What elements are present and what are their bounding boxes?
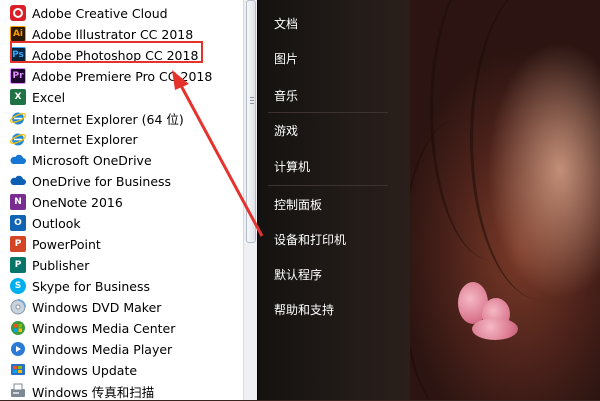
onenote-icon: N bbox=[10, 194, 26, 210]
premiere-icon: Pr bbox=[10, 68, 26, 84]
powerpoint-icon: P bbox=[10, 236, 26, 252]
scrollbar-thumb[interactable] bbox=[246, 0, 256, 243]
program-label: Outlook bbox=[32, 215, 81, 231]
onedrive-icon bbox=[10, 152, 26, 168]
program-label: Skype for Business bbox=[32, 278, 151, 294]
menu-separator bbox=[268, 185, 388, 186]
program-windows-update[interactable]: Windows Update bbox=[4, 360, 240, 380]
internet-explorer-icon bbox=[10, 131, 26, 147]
program-label: OneNote 2016 bbox=[32, 194, 123, 210]
program-label: Adobe Creative Cloud bbox=[32, 5, 168, 21]
program-windows-media-player[interactable]: Windows Media Player bbox=[4, 339, 240, 359]
programs-scrollbar[interactable] bbox=[243, 0, 257, 400]
media-center-icon bbox=[10, 320, 26, 336]
illustrator-icon: Ai bbox=[10, 26, 26, 42]
menu-documents[interactable]: 文档 bbox=[274, 14, 298, 34]
menu-control-panel[interactable]: 控制面板 bbox=[274, 195, 322, 215]
excel-icon: X bbox=[10, 89, 26, 105]
menu-pictures[interactable]: 图片 bbox=[274, 49, 298, 69]
skype-icon: S bbox=[10, 278, 26, 294]
program-microsoft-onedrive[interactable]: Microsoft OneDrive bbox=[4, 150, 240, 170]
program-label: Windows Media Player bbox=[32, 341, 173, 357]
program-onedrive-for-business[interactable]: OneDrive for Business bbox=[4, 171, 240, 191]
outlook-icon: O bbox=[10, 215, 26, 231]
program-adobe-creative-cloud[interactable]: Adobe Creative Cloud bbox=[4, 3, 240, 23]
program-internet-explorer[interactable]: Internet Explorer bbox=[4, 129, 240, 149]
internet-explorer-icon bbox=[10, 110, 26, 126]
start-menu-right-panel: 文档 图片 音乐 游戏 计算机 控制面板 设备和打印机 默认程序 帮助和支持 bbox=[257, 0, 410, 400]
program-internet-explorer-64[interactable]: Internet Explorer (64 位) bbox=[4, 108, 240, 128]
program-windows-media-center[interactable]: Windows Media Center bbox=[4, 318, 240, 338]
menu-separator bbox=[268, 112, 388, 113]
program-label: Internet Explorer bbox=[32, 131, 138, 147]
menu-default-programs[interactable]: 默认程序 bbox=[274, 265, 322, 285]
dvd-maker-icon bbox=[10, 299, 26, 315]
program-onenote-2016[interactable]: N OneNote 2016 bbox=[4, 192, 240, 212]
hair-bow bbox=[472, 318, 518, 340]
menu-help-and-support[interactable]: 帮助和支持 bbox=[274, 300, 334, 320]
program-powerpoint[interactable]: P PowerPoint bbox=[4, 234, 240, 254]
program-label: Windows Update bbox=[32, 362, 138, 378]
program-adobe-premiere[interactable]: Pr Adobe Premiere Pro CC 2018 bbox=[4, 66, 240, 86]
desktop-wallpaper-photo bbox=[410, 0, 600, 400]
program-windows-fax-and-scan[interactable]: Windows 传真和扫描 bbox=[4, 381, 240, 401]
photoshop-highlight-box bbox=[10, 41, 203, 63]
menu-devices-and-printers[interactable]: 设备和打印机 bbox=[274, 230, 346, 250]
program-label: Microsoft OneDrive bbox=[32, 152, 152, 168]
menu-games[interactable]: 游戏 bbox=[274, 121, 298, 141]
program-label: Adobe Premiere Pro CC 2018 bbox=[32, 68, 213, 84]
publisher-icon: P bbox=[10, 257, 26, 273]
fax-scan-icon bbox=[10, 383, 26, 399]
program-label: Internet Explorer (64 位) bbox=[32, 111, 184, 127]
program-publisher[interactable]: P Publisher bbox=[4, 255, 240, 275]
program-windows-dvd-maker[interactable]: Windows DVD Maker bbox=[4, 297, 240, 317]
program-label: Windows DVD Maker bbox=[32, 299, 162, 315]
program-label: Excel bbox=[32, 89, 66, 105]
program-label: Windows 传真和扫描 bbox=[32, 384, 155, 400]
menu-music[interactable]: 音乐 bbox=[274, 86, 298, 106]
creative-cloud-icon bbox=[10, 5, 26, 21]
program-label: OneDrive for Business bbox=[32, 173, 172, 189]
onedrive-business-icon bbox=[10, 173, 26, 189]
menu-computer[interactable]: 计算机 bbox=[274, 157, 310, 177]
program-skype-for-business[interactable]: S Skype for Business bbox=[4, 276, 240, 296]
grip-line bbox=[250, 103, 254, 104]
windows-update-icon bbox=[10, 362, 26, 378]
program-label: Publisher bbox=[32, 257, 90, 273]
program-label: PowerPoint bbox=[32, 236, 101, 252]
program-excel[interactable]: X Excel bbox=[4, 87, 240, 107]
program-label: Windows Media Center bbox=[32, 320, 176, 336]
program-outlook[interactable]: O Outlook bbox=[4, 213, 240, 233]
grip-line bbox=[250, 97, 254, 98]
all-programs-list: Adobe Creative Cloud Ai Adobe Illustrato… bbox=[0, 0, 244, 400]
media-player-icon bbox=[10, 341, 26, 357]
program-label: Adobe Illustrator CC 2018 bbox=[32, 26, 194, 42]
grip-line bbox=[250, 100, 254, 101]
